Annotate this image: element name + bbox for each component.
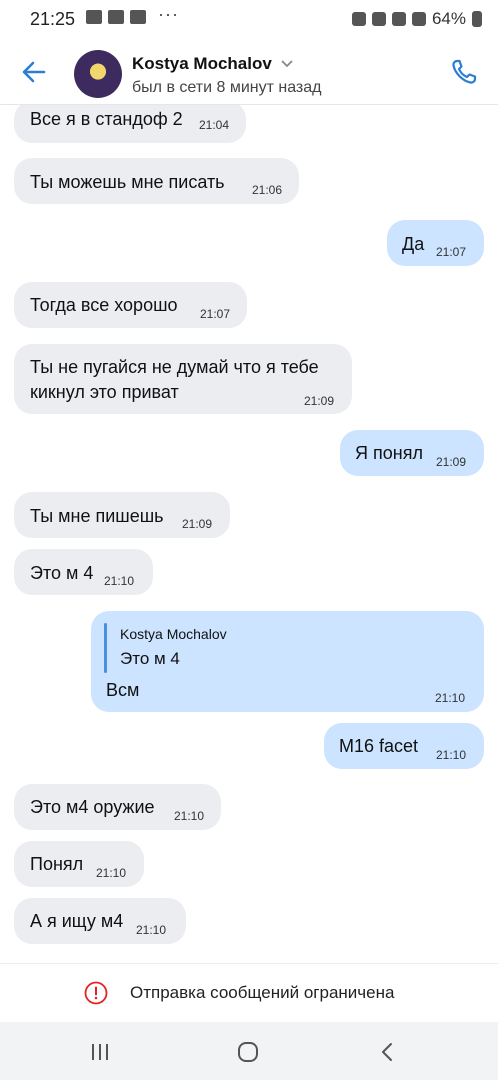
message-time: 21:07 bbox=[200, 307, 231, 321]
news-icon bbox=[130, 10, 146, 24]
message-time: 21:04 bbox=[199, 118, 230, 132]
wifi-icon bbox=[391, 12, 406, 26]
battery-percent: 64% bbox=[431, 9, 466, 28]
alarm-icon bbox=[351, 12, 366, 26]
quote-text: Это м 4 bbox=[120, 649, 180, 668]
system-navigation-bar bbox=[0, 1022, 498, 1080]
contact-name-text: Kostya Mochalov bbox=[132, 54, 272, 73]
message-time: 21:10 bbox=[436, 748, 467, 762]
message-text: Всм bbox=[106, 680, 140, 700]
chevron-down-icon bbox=[281, 60, 293, 68]
message-text: Ты можешь мне писать bbox=[30, 172, 225, 192]
avatar[interactable] bbox=[74, 50, 122, 98]
messaging-restricted-text: Отправка сообщений ограничена bbox=[130, 983, 395, 1002]
quote-bar bbox=[104, 623, 107, 673]
message-bubble[interactable]: Все я в стандоф 2 21:04 bbox=[14, 105, 246, 143]
chat-header: Kostya Mochalov был в сети 8 минут назад bbox=[0, 40, 498, 105]
youtube-icon bbox=[108, 10, 124, 24]
message-bubble[interactable]: Это м4 оружие 21:10 bbox=[14, 784, 221, 830]
contact-name[interactable]: Kostya Mochalov bbox=[132, 54, 294, 74]
phone-icon[interactable] bbox=[450, 58, 478, 86]
status-time: 21:25 bbox=[30, 9, 76, 29]
message-text: Это м 4 bbox=[30, 563, 94, 583]
message-bubble[interactable]: Я понял 21:09 bbox=[340, 430, 484, 476]
message-text: Все я в стандоф 2 bbox=[30, 109, 183, 129]
message-text: Ты не пугайся не думай что я тебе bbox=[30, 357, 319, 377]
gallery-icon bbox=[86, 10, 102, 24]
message-text: А я ищу м4 bbox=[30, 911, 124, 931]
home-icon[interactable] bbox=[236, 1040, 260, 1064]
message-list[interactable]: Все я в стандоф 2 21:04 Ты можешь мне пи… bbox=[0, 105, 498, 963]
signal-icon bbox=[411, 12, 426, 26]
message-text: Ты мне пишешь bbox=[30, 506, 164, 526]
battery-icon bbox=[472, 11, 482, 27]
message-time: 21:10 bbox=[435, 691, 466, 705]
message-bubble[interactable]: Ты можешь мне писать 21:06 bbox=[14, 158, 299, 204]
message-bubble[interactable]: Ты мне пишешь 21:09 bbox=[14, 492, 230, 538]
recent-apps-icon[interactable] bbox=[88, 1040, 112, 1064]
system-icons: 64% bbox=[351, 9, 482, 29]
contact-status: был в сети 8 минут назад bbox=[132, 79, 322, 96]
quote-author: Kostya Mochalov bbox=[120, 626, 227, 642]
back-nav-icon[interactable] bbox=[376, 1040, 400, 1064]
message-text: Я понял bbox=[355, 443, 423, 463]
reply-message-bubble[interactable]: Kostya Mochalov Это м 4 Всм 21:10 bbox=[91, 611, 484, 712]
message-bubble[interactable]: Ты не пугайся не думай что я тебе кикнул… bbox=[14, 344, 352, 414]
composer-notice-bar: Отправка сообщений ограничена bbox=[0, 963, 498, 1022]
message-time: 21:10 bbox=[174, 809, 205, 823]
message-time: 21:09 bbox=[304, 394, 335, 408]
message-bubble[interactable]: Это м 4 21:10 bbox=[14, 549, 153, 595]
status-bar: 21:25 ··· 64% bbox=[0, 0, 498, 40]
message-text: M16 facet bbox=[339, 736, 419, 756]
message-time: 21:06 bbox=[252, 183, 283, 197]
back-arrow-icon[interactable] bbox=[20, 58, 48, 86]
message-text: Тогда все хорошо bbox=[30, 295, 178, 315]
message-time: 21:10 bbox=[104, 574, 135, 588]
mute-icon bbox=[371, 12, 386, 26]
message-bubble[interactable]: Тогда все хорошо 21:07 bbox=[14, 282, 247, 328]
message-bubble[interactable]: Понял 21:10 bbox=[14, 841, 144, 887]
warning-circle-icon bbox=[84, 981, 108, 1005]
message-time: 21:10 bbox=[96, 866, 127, 880]
message-time: 21:07 bbox=[436, 245, 467, 259]
message-text-line2: кикнул это приват bbox=[30, 382, 179, 402]
message-text: Понял bbox=[30, 854, 84, 874]
message-text: Это м4 оружие bbox=[30, 797, 155, 817]
notification-icons bbox=[86, 10, 146, 24]
message-time: 21:09 bbox=[436, 455, 467, 469]
message-bubble[interactable]: M16 facet 21:10 bbox=[324, 723, 484, 769]
message-time: 21:10 bbox=[136, 923, 167, 937]
message-text: Да bbox=[402, 234, 425, 254]
message-bubble[interactable]: А я ищу м4 21:10 bbox=[14, 898, 186, 944]
message-bubble[interactable]: Да 21:07 bbox=[387, 220, 484, 266]
message-time: 21:09 bbox=[182, 517, 213, 531]
more-notifications-icon: ··· bbox=[158, 4, 179, 24]
